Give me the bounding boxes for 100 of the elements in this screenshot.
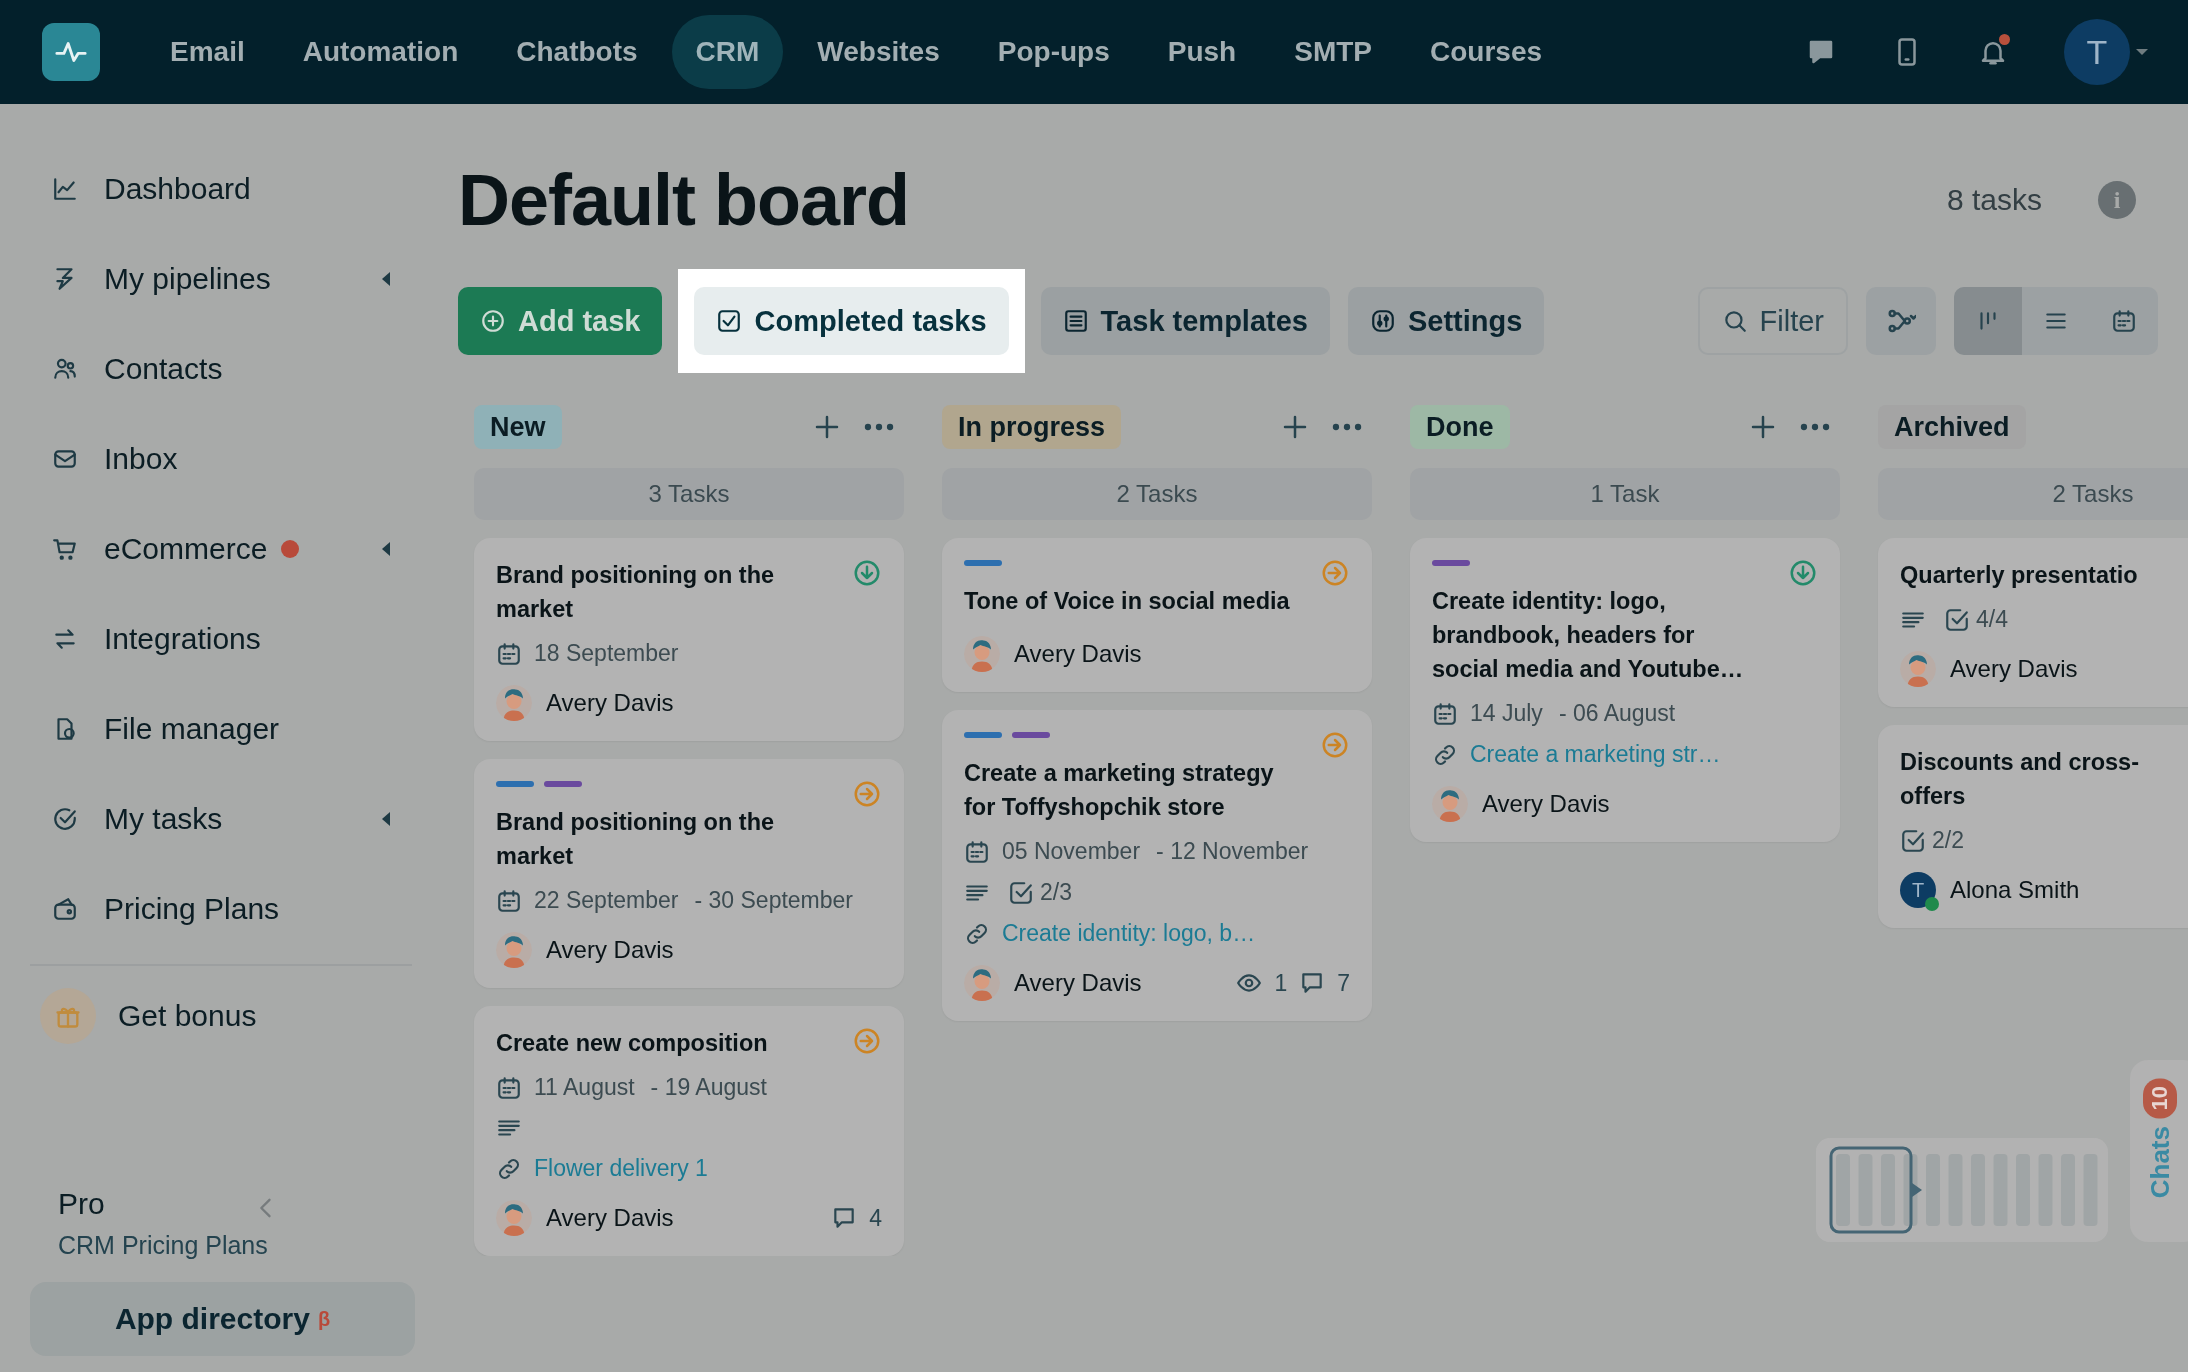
sidebar-label: My tasks xyxy=(104,802,223,836)
task-card[interactable]: Tone of Voice in social media Avery Davis xyxy=(942,538,1372,692)
nav-tab[interactable]: Email xyxy=(146,15,269,89)
avatar-icon xyxy=(964,636,1000,672)
sidebar-label: File manager xyxy=(104,712,280,746)
checklist-icon xyxy=(1944,606,1970,633)
task-card[interactable]: Discounts and cross-offers 2/2 T Alona Smith xyxy=(1878,725,2188,928)
task-count-bar: 1 Task xyxy=(1410,468,1840,520)
avatar-icon xyxy=(964,965,1000,1001)
nav-tab[interactable]: SMTP xyxy=(1270,15,1396,89)
task-title: Create new composition xyxy=(496,1029,769,1058)
contacts-icon xyxy=(52,356,78,382)
sidebar-item[interactable]: Dashboard xyxy=(30,144,390,234)
sidebar-label: Inbox xyxy=(104,442,178,476)
sidebar-label[interactable]: Get bonus xyxy=(118,999,257,1033)
sidebar-label: Dashboard xyxy=(104,172,251,206)
task-count-bar: 2 Tasks xyxy=(942,468,1372,520)
column-label: Done xyxy=(1410,405,1510,449)
comment-count: 7 xyxy=(1337,969,1350,997)
sidebar-item[interactable]: Contacts xyxy=(30,324,390,414)
nav-tab[interactable]: Chatbots xyxy=(492,15,662,89)
sidebar-label: Integrations xyxy=(104,622,261,656)
assignee-name: Avery Davis xyxy=(1014,969,1142,997)
filter-button[interactable]: Filter xyxy=(1697,287,1848,355)
calendar-icon xyxy=(1432,700,1458,727)
action-button[interactable]: Add task xyxy=(458,287,663,355)
column-label: Archived xyxy=(1878,405,2026,449)
sidebar-item[interactable]: Pricing Plans xyxy=(30,864,390,954)
calendar-icon xyxy=(496,640,522,667)
nav-tab[interactable]: Push xyxy=(1143,15,1261,89)
column-label: In progress xyxy=(942,405,1122,449)
task-count: 8 tasks xyxy=(1946,183,2042,217)
task-count-bar: 3 Tasks xyxy=(474,468,904,520)
avatar-icon xyxy=(1900,651,1936,687)
nav-tab[interactable]: Pop-ups xyxy=(973,15,1134,89)
checklist-count: 2/3 xyxy=(1040,879,1072,906)
assignee-name: Avery Davis xyxy=(1014,640,1142,668)
arrow-circle-icon xyxy=(852,1026,882,1056)
action-button[interactable]: Settings xyxy=(1347,287,1545,355)
nav-tab[interactable]: Courses xyxy=(1406,15,1567,89)
checklist-icon xyxy=(1008,879,1034,906)
task-count-bar: 2 Tasks xyxy=(1878,468,2188,520)
task-title: Create identity: logo, brandbook, headers for social media and Youtube… xyxy=(1432,587,1745,684)
checklist-count: 4/4 xyxy=(1976,606,2008,633)
sidebar-item[interactable]: Integrations xyxy=(30,594,390,684)
app-logo[interactable] xyxy=(42,23,100,81)
action-button[interactable]: Completed tasks xyxy=(694,287,1009,355)
download-circle-icon xyxy=(852,558,882,588)
assignee-name: Alona Smith xyxy=(1950,876,2080,904)
sidebar-item[interactable]: Inbox xyxy=(30,414,390,504)
arrow-circle-icon xyxy=(852,779,882,809)
settings-icon xyxy=(1369,308,1396,334)
task-title: Tone of Voice in social media xyxy=(964,587,1290,616)
task-card[interactable]: Create new composition 11 August - 19 August Flower delivery 1 Avery Davis 4 xyxy=(474,1006,904,1256)
unread-badge: 10 xyxy=(2143,1078,2177,1119)
action-button[interactable]: Task templates xyxy=(1040,287,1330,355)
avatar-icon xyxy=(1432,786,1468,822)
task-title: Quarterly presentatio xyxy=(1900,561,2139,590)
task-card[interactable]: Brand positioning on the market 18 September Avery Davis xyxy=(474,538,904,741)
chats-label: Chats xyxy=(2144,1126,2176,1199)
calendar-icon xyxy=(2111,308,2137,334)
task-card[interactable]: Create identity: logo, brandbook, headers for social media and Youtube… 14 July - 06 August Create a marketing str… Avery Davis xyxy=(1410,538,1840,842)
task-date: - 19 August xyxy=(650,1074,767,1101)
task-title: Discounts and cross-offers xyxy=(1900,748,2140,811)
calendar-icon xyxy=(496,1074,522,1101)
view-toggle[interactable] xyxy=(1954,287,2022,355)
sidebar-item[interactable]: My tasks xyxy=(30,774,390,864)
task-date: - 06 August xyxy=(1558,700,1676,727)
user-avatar[interactable]: T xyxy=(2064,19,2130,85)
sidebar-label: My pipelines xyxy=(104,262,271,296)
arrow-circle-icon xyxy=(1320,558,1350,588)
plus-circle-icon xyxy=(480,308,506,334)
task-date: 14 July xyxy=(1470,700,1543,727)
sidebar-item[interactable]: File manager xyxy=(30,684,390,774)
board-title: Default board xyxy=(458,159,910,241)
task-card[interactable]: Quarterly presentatio 4/4 Avery Davis xyxy=(1878,538,2188,707)
task-date: 18 September xyxy=(534,640,679,667)
task-card[interactable]: Brand positioning on the market 22 September - 30 September Avery Davis xyxy=(474,759,904,988)
user-avatar: T xyxy=(1900,872,1936,908)
sidebar-item[interactable]: eCommerce xyxy=(30,504,390,594)
nav-tab[interactable]: CRM xyxy=(671,15,784,89)
workflow-button[interactable] xyxy=(1866,287,1936,355)
comment-count: 4 xyxy=(869,1204,882,1232)
task-date: 11 August xyxy=(534,1074,635,1101)
assignee-name: Avery Davis xyxy=(1950,655,2078,683)
more-icon[interactable] xyxy=(1800,423,1830,431)
nav-tab[interactable]: Websites xyxy=(793,15,964,89)
list-icon xyxy=(1062,308,1089,334)
assignee-name: Avery Davis xyxy=(546,689,674,717)
task-date: 05 November xyxy=(1002,838,1141,865)
checkbox-icon xyxy=(716,308,743,334)
more-icon[interactable] xyxy=(864,423,894,431)
more-icon[interactable] xyxy=(1332,423,1362,431)
caret-icon xyxy=(2136,49,2148,55)
nav-tab[interactable]: Automation xyxy=(278,15,483,89)
avatar-icon xyxy=(496,932,532,968)
task-title: Create a marketing strategy for Toffyshopchik store xyxy=(964,759,1275,822)
plan-link[interactable]: CRM Pricing Plans xyxy=(58,1231,268,1260)
sidebar-item[interactable]: My pipelines xyxy=(30,234,390,324)
task-card[interactable]: Create a marketing strategy for Toffyshopchik store 05 November - 12 November 2/3 Create identity: logo, b… Avery Davis 1 7 xyxy=(942,710,1372,1021)
